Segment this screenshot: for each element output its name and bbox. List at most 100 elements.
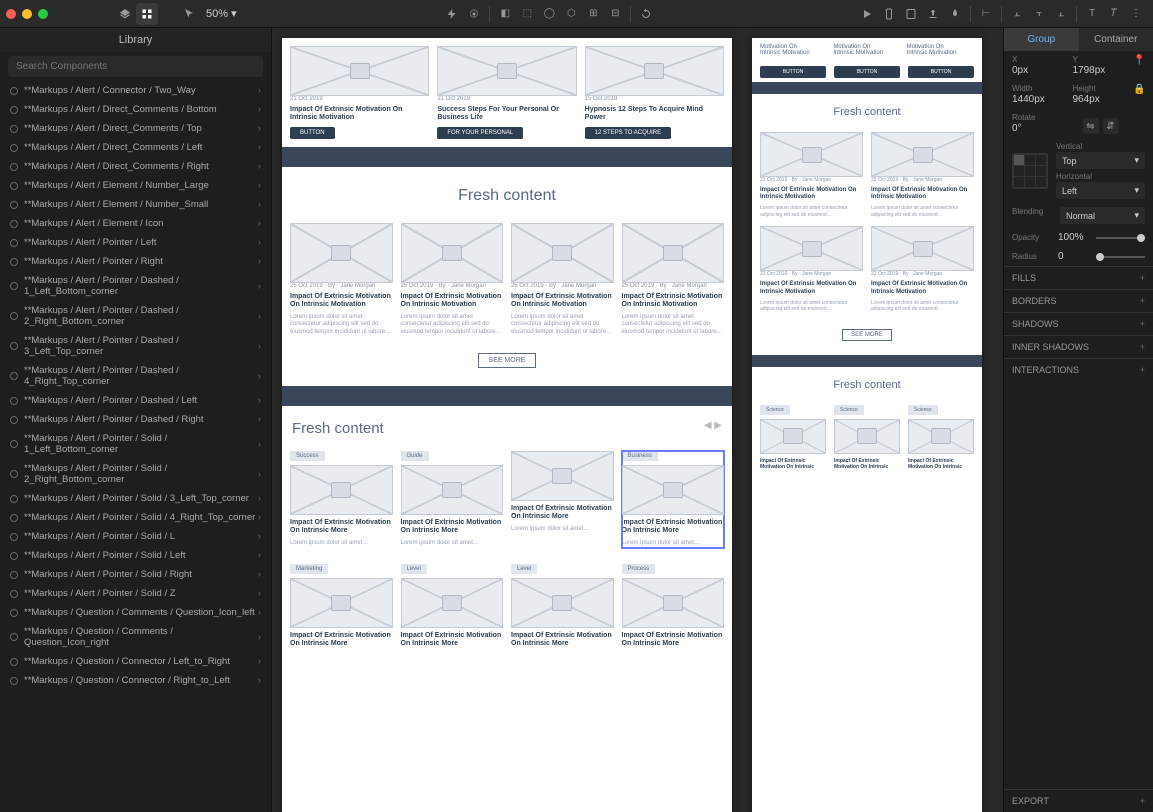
library-item[interactable]: **Markups / Alert / Pointer / Solid / 3_… bbox=[0, 489, 271, 508]
content-card[interactable]: LevelImpact Of Extrinsic Motivation On I… bbox=[401, 564, 504, 653]
library-item[interactable]: **Markups / Alert / Pointer / Dashed / 3… bbox=[0, 331, 271, 361]
library-item[interactable]: **Markups / Question / Comments / Questi… bbox=[0, 603, 271, 622]
library-item[interactable]: **Markups / Question / Comments / Questi… bbox=[0, 622, 271, 652]
content-card[interactable]: 25 Oct 2019 · By · Jane MorganImpact Of … bbox=[401, 223, 504, 337]
width-input[interactable]: 1440px bbox=[1012, 94, 1065, 105]
inspector-section[interactable]: BORDERS+ bbox=[1004, 289, 1153, 312]
layers-icon[interactable] bbox=[114, 3, 136, 25]
flip-h-icon[interactable]: ⇋ bbox=[1083, 118, 1099, 134]
search-components-input[interactable] bbox=[8, 56, 263, 77]
library-item[interactable]: **Markups / Question / Connector / Left_… bbox=[0, 652, 271, 671]
inspector-section[interactable]: FILLS+ bbox=[1004, 266, 1153, 289]
tool-5-icon[interactable]: ⊞ bbox=[582, 3, 604, 25]
maximize-window-icon[interactable] bbox=[38, 9, 48, 19]
tool-6-icon[interactable]: ⊟ bbox=[604, 3, 626, 25]
align-bot-icon[interactable]: ⫠ bbox=[1050, 3, 1072, 25]
horizontal-dropdown[interactable]: Left▾ bbox=[1056, 182, 1145, 199]
artboard-1[interactable]: 21 Oct 2019Impact Of Extrinsic Motivatio… bbox=[282, 38, 732, 812]
plus-icon[interactable]: + bbox=[1140, 273, 1145, 283]
library-item[interactable]: **Markups / Alert / Pointer / Dashed / R… bbox=[0, 410, 271, 429]
content-card[interactable]: ScienceImpact Of Extrinsic Motivation On… bbox=[908, 405, 974, 474]
pointer-icon[interactable] bbox=[178, 3, 200, 25]
align-top-icon[interactable]: ⫠ bbox=[1006, 3, 1028, 25]
radius-value[interactable]: 0 bbox=[1058, 251, 1090, 262]
library-item[interactable]: **Markups / Alert / Pointer / Solid / L› bbox=[0, 527, 271, 546]
close-window-icon[interactable] bbox=[6, 9, 16, 19]
library-item[interactable]: **Markups / Alert / Pointer / Dashed / 1… bbox=[0, 271, 271, 301]
anchor-grid[interactable] bbox=[1012, 153, 1048, 189]
radius-slider[interactable] bbox=[1096, 256, 1145, 258]
library-item[interactable]: **Markups / Alert / Pointer / Left› bbox=[0, 233, 271, 252]
library-item[interactable]: **Markups / Alert / Element / Number_Sma… bbox=[0, 195, 271, 214]
height-input[interactable]: 964px bbox=[1073, 94, 1126, 105]
tool-2-icon[interactable]: ⬚ bbox=[516, 3, 538, 25]
content-card[interactable]: 21 Oct 2019Impact Of Extrinsic Motivatio… bbox=[290, 46, 429, 139]
bolt-icon[interactable] bbox=[441, 3, 463, 25]
card-button[interactable]: FOR YOUR PERSONAL bbox=[437, 127, 523, 139]
lock-size-icon[interactable]: 🔒 bbox=[1133, 84, 1145, 96]
library-item[interactable]: **Markups / Alert / Element / Number_Lar… bbox=[0, 176, 271, 195]
content-card[interactable]: ScienceImpact Of Extrinsic Motivation On… bbox=[834, 405, 900, 474]
content-card[interactable]: GuideImpact Of Extrinsic Motivation On I… bbox=[401, 451, 504, 548]
plus-icon[interactable]: + bbox=[1140, 365, 1145, 375]
library-list[interactable]: **Markups / Alert / Connector / Two_Way›… bbox=[0, 81, 271, 812]
library-item[interactable]: **Markups / Alert / Direct_Comments / Ri… bbox=[0, 157, 271, 176]
library-item[interactable]: **Markups / Alert / Direct_Comments / Le… bbox=[0, 138, 271, 157]
ruler-icon[interactable]: ⊢ bbox=[975, 3, 997, 25]
library-item[interactable]: **Markups / Alert / Pointer / Solid / Ri… bbox=[0, 565, 271, 584]
artboard-2[interactable]: Motivation OnIntrinsic Motivation Motiva… bbox=[752, 38, 982, 812]
components-icon[interactable] bbox=[136, 3, 158, 25]
tab-group[interactable]: Group bbox=[1004, 28, 1079, 51]
y-input[interactable]: 1798px bbox=[1073, 65, 1126, 76]
upload-icon[interactable] bbox=[922, 3, 944, 25]
library-item[interactable]: **Markups / Alert / Pointer / Dashed / L… bbox=[0, 391, 271, 410]
text-style-icon[interactable]: 𝑇 bbox=[1103, 3, 1125, 25]
tool-4-icon[interactable]: ⬡ bbox=[560, 3, 582, 25]
plus-icon[interactable]: + bbox=[1140, 296, 1145, 306]
minimize-window-icon[interactable] bbox=[22, 9, 32, 19]
card-button[interactable]: BUTTON bbox=[760, 66, 826, 78]
tablet-icon[interactable] bbox=[900, 3, 922, 25]
library-item[interactable]: **Markups / Alert / Pointer / Solid / Z› bbox=[0, 584, 271, 603]
opacity-slider[interactable] bbox=[1096, 237, 1145, 239]
export-section[interactable]: EXPORT+ bbox=[1004, 789, 1153, 812]
library-item[interactable]: **Markups / Alert / Direct_Comments / Bo… bbox=[0, 100, 271, 119]
library-item[interactable]: **Markups / Alert / Pointer / Right› bbox=[0, 252, 271, 271]
ab2-see-more[interactable]: SEE MORE bbox=[842, 329, 892, 341]
tool-3-icon[interactable]: ◯ bbox=[538, 3, 560, 25]
content-card[interactable]: 21 Oct 2019Success Steps For Your Person… bbox=[437, 46, 576, 139]
card-button[interactable]: 12 STEPS TO ACQUIRE bbox=[585, 127, 671, 139]
content-card[interactable]: 22 Oct 2019 · By · Jane MorganImpact Of … bbox=[760, 132, 863, 218]
gear-icon[interactable] bbox=[463, 3, 485, 25]
plus-icon[interactable]: + bbox=[1140, 319, 1145, 329]
library-item[interactable]: **Markups / Alert / Pointer / Dashed / 2… bbox=[0, 301, 271, 331]
content-card[interactable]: 22 Oct 2019 · By · Jane MorganImpact Of … bbox=[760, 226, 863, 312]
content-card[interactable]: 22 Oct 2019 · By · Jane MorganImpact Of … bbox=[871, 226, 974, 312]
content-card[interactable]: SuccessImpact Of Extrinsic Motivation On… bbox=[290, 451, 393, 548]
library-item[interactable]: **Markups / Alert / Pointer / Dashed / 4… bbox=[0, 361, 271, 391]
content-card[interactable]: LevelImpact Of Extrinsic Motivation On I… bbox=[511, 564, 614, 653]
library-item[interactable]: **Markups / Alert / Direct_Comments / To… bbox=[0, 119, 271, 138]
flip-v-icon[interactable]: ⇵ bbox=[1103, 118, 1119, 134]
content-card[interactable]: 25 Oct 2019 · By · Jane MorganImpact Of … bbox=[511, 223, 614, 337]
content-card[interactable]: 22 Oct 2019 · By · Jane MorganImpact Of … bbox=[871, 132, 974, 218]
refresh-icon[interactable] bbox=[635, 3, 657, 25]
x-input[interactable]: 0px bbox=[1012, 65, 1065, 76]
card-button[interactable]: BUTTON bbox=[290, 127, 335, 139]
canvas[interactable]: 21 Oct 2019Impact Of Extrinsic Motivatio… bbox=[272, 28, 1003, 812]
tab-container[interactable]: Container bbox=[1079, 28, 1153, 51]
blending-dropdown[interactable]: Normal▾ bbox=[1060, 207, 1145, 224]
library-item[interactable]: **Markups / Alert / Pointer / Solid / 4_… bbox=[0, 508, 271, 527]
content-card[interactable]: BusinessImpact Of Extrinsic Motivation O… bbox=[622, 451, 725, 548]
pin-position-icon[interactable]: 📍 bbox=[1133, 55, 1145, 67]
rotate-input[interactable]: 0° bbox=[1012, 123, 1075, 134]
text-bold-icon[interactable]: T bbox=[1081, 3, 1103, 25]
library-item[interactable]: **Markups / Alert / Element / Icon› bbox=[0, 214, 271, 233]
library-item[interactable]: **Markups / Question / Connector / Right… bbox=[0, 671, 271, 690]
inspector-section[interactable]: INTERACTIONS+ bbox=[1004, 358, 1153, 381]
play-icon[interactable] bbox=[856, 3, 878, 25]
see-more-button[interactable]: SEE MORE bbox=[478, 353, 537, 368]
content-card[interactable]: 15 Oct 2019Hypnosis 12 Steps To Acquire … bbox=[585, 46, 724, 139]
content-card[interactable]: 25 Oct 2019 · By · Jane MorganImpact Of … bbox=[290, 223, 393, 337]
rocket-icon[interactable] bbox=[944, 3, 966, 25]
